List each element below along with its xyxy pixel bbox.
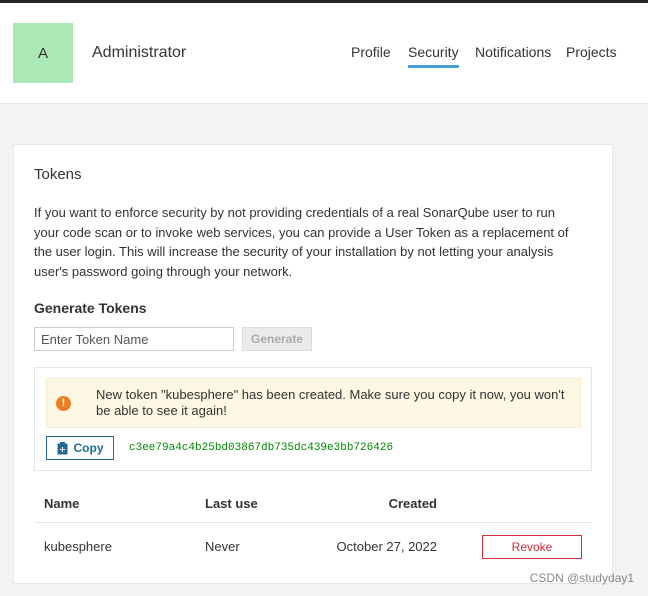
- column-name: Name: [44, 496, 80, 511]
- tab-security[interactable]: Security: [408, 44, 459, 68]
- alert-message: New token "kubesphere" has been created.…: [96, 387, 565, 418]
- copy-label: Copy: [73, 441, 104, 455]
- tokens-card: Tokens If you want to enforce security b…: [13, 144, 613, 584]
- created-cell: October 27, 2022: [336, 539, 437, 554]
- generate-button[interactable]: Generate: [242, 327, 312, 351]
- clipboard-icon: [57, 441, 67, 454]
- token-created-alert: ! New token "kubesphere" has been create…: [46, 378, 581, 428]
- avatar: A: [13, 23, 73, 83]
- revoke-button[interactable]: Revoke: [482, 535, 582, 559]
- tokens-title: Tokens: [34, 166, 82, 183]
- token-value: c3ee79a4c4b25bd03867db735dc439e3bb726426: [129, 442, 394, 454]
- tab-profile[interactable]: Profile: [351, 44, 391, 60]
- generate-tokens-title: Generate Tokens: [34, 300, 147, 316]
- token-name-cell: kubesphere: [44, 539, 112, 554]
- last-use-cell: Never: [205, 539, 240, 554]
- user-name: Administrator: [92, 44, 187, 61]
- watermark: CSDN @studyday1: [529, 571, 634, 585]
- tokens-table-header: Name Last use Created: [34, 493, 592, 523]
- copy-button[interactable]: Copy: [46, 436, 114, 460]
- table-row: kubesphere Never October 27, 2022 Revoke: [34, 523, 592, 569]
- tokens-description: If you want to enforce security by not p…: [34, 205, 569, 279]
- token-name-input[interactable]: [34, 327, 234, 351]
- tab-projects[interactable]: Projects: [566, 44, 617, 60]
- column-created: Created: [388, 496, 437, 511]
- new-token-panel: ! New token "kubesphere" has been create…: [34, 367, 592, 471]
- warning-icon: !: [56, 396, 71, 411]
- tab-notifications[interactable]: Notifications: [475, 44, 551, 60]
- column-last-use: Last use: [205, 496, 258, 511]
- account-header: A Administrator Profile Security Notific…: [0, 3, 648, 104]
